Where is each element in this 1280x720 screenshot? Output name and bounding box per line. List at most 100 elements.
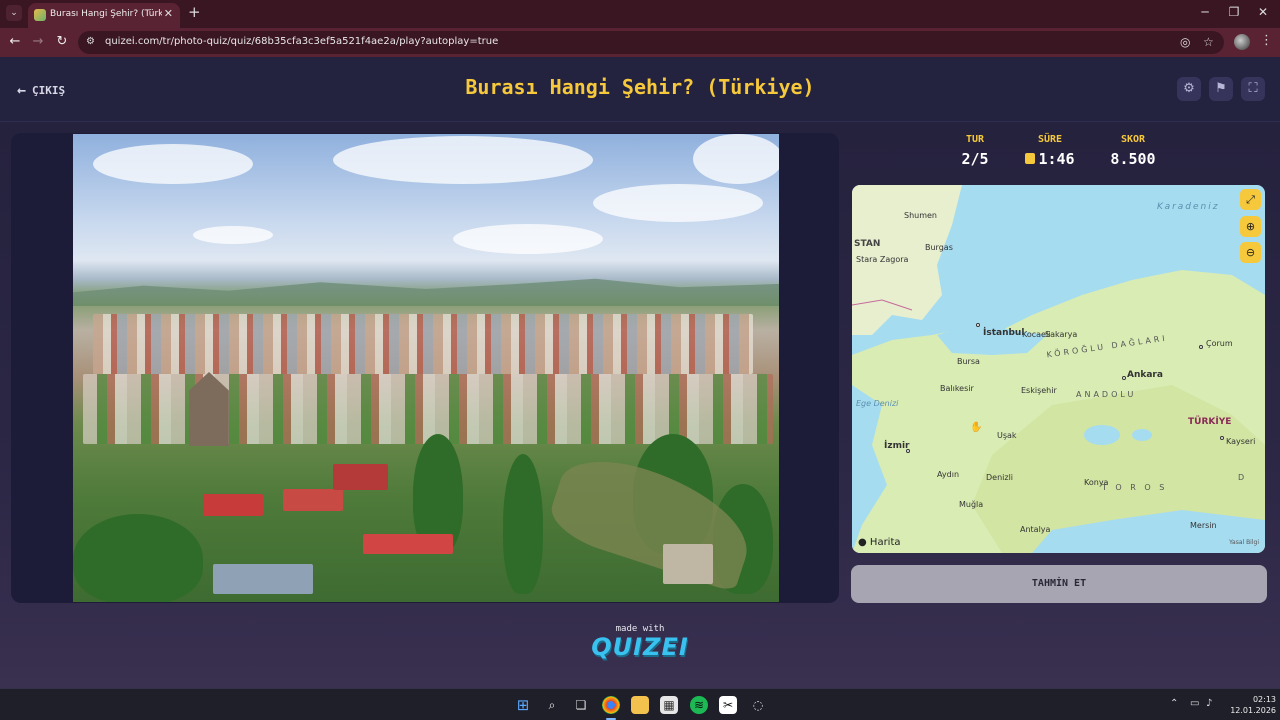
map-sea-ege: Ege Denizi bbox=[856, 399, 899, 408]
score-value: 8.500 bbox=[1110, 150, 1156, 168]
network-icon[interactable]: ▭ bbox=[1190, 698, 1199, 709]
score-label: SKOR bbox=[1120, 134, 1146, 145]
clock-time: 02:13 bbox=[1252, 695, 1276, 704]
fullscreen-icon: ⛶ bbox=[1248, 81, 1258, 96]
map-city-sakarya: Sakarya bbox=[1045, 330, 1078, 339]
tab-title: Burası Hangi Şehir? (Türkiye) - Q bbox=[50, 9, 162, 19]
map-city-ankara: Ankara bbox=[1127, 370, 1163, 380]
flag-icon: ⚑ bbox=[1215, 81, 1227, 96]
map-expand-button[interactable]: ⤢ bbox=[1240, 189, 1261, 210]
map-sea-karadeniz: Karadeniz bbox=[1157, 202, 1220, 212]
guess-button[interactable]: TAHMİN ET bbox=[851, 565, 1267, 603]
settings-button[interactable]: ⚙ bbox=[1177, 77, 1201, 101]
map-legal-link[interactable]: Yasal Bilgi bbox=[1229, 539, 1259, 546]
store-icon[interactable]: ▦ bbox=[660, 696, 678, 714]
forward-arrow-icon[interactable]: → bbox=[30, 34, 46, 49]
capcut-icon[interactable]: ✂ bbox=[719, 696, 737, 714]
expand-icon: ⤢ bbox=[1246, 193, 1255, 206]
chrome-icon[interactable] bbox=[602, 696, 620, 714]
restore-icon[interactable]: ❐ bbox=[1225, 5, 1243, 19]
map-region-toros: T O R O S bbox=[1102, 483, 1168, 492]
time-stat: SÜRE 1:46 bbox=[1018, 134, 1082, 168]
map-dot-ankara bbox=[1122, 376, 1126, 380]
report-button[interactable]: ⚑ bbox=[1209, 77, 1233, 101]
map-city-istanbul: İstanbul bbox=[983, 328, 1025, 338]
map-city-usak: Uşak bbox=[997, 431, 1017, 440]
gear-icon: ⚙ bbox=[1183, 81, 1195, 96]
browser-tab-bar: ⌄ Burası Hangi Şehir? (Türkiye) - Q ✕ + … bbox=[0, 0, 1280, 28]
browser-menu-icon[interactable]: ⋮ bbox=[1260, 33, 1273, 48]
map-zoom-out-button[interactable]: ⊖ bbox=[1240, 242, 1261, 263]
tab-search-menu-icon[interactable]: ⌄ bbox=[6, 5, 22, 21]
quiz-header: ← ÇIKIŞ Burası Hangi Şehir? (Türkiye) ⚙ ⚑… bbox=[0, 57, 1280, 122]
quiz-main: TUR 2/5 SÜRE 1:46 SKOR 8.500 Shumen Burg… bbox=[0, 122, 1280, 688]
site-info-icon[interactable]: ⚙ bbox=[86, 36, 95, 47]
map-city-antalya: Antalya bbox=[1020, 525, 1051, 534]
map-region-anadolu: ANADOLU bbox=[1076, 390, 1137, 399]
map-city-stara-zagora: Stara Zagora bbox=[856, 255, 909, 264]
url-text[interactable]: quizei.com/tr/photo-quiz/quiz/68b35cfa3c… bbox=[105, 36, 498, 47]
minimize-icon[interactable]: ─ bbox=[1196, 5, 1214, 19]
map-city-balikesir: Balıkesir bbox=[940, 384, 974, 393]
search-icon[interactable]: ⌕ bbox=[543, 696, 561, 714]
back-arrow-icon[interactable]: ← bbox=[7, 34, 23, 49]
timer-icon bbox=[1025, 153, 1036, 164]
map-country-turkiye: TÜRKİYE bbox=[1188, 417, 1232, 427]
spotify-icon[interactable]: ≋ bbox=[690, 696, 708, 714]
round-label: TUR bbox=[965, 134, 985, 145]
fullscreen-button[interactable]: ⛶ bbox=[1241, 77, 1265, 101]
quizei-logo[interactable]: QUIZEI bbox=[0, 633, 1280, 661]
browser-toolbar: ← → ↻ ⚙ quizei.com/tr/photo-quiz/quiz/68… bbox=[0, 28, 1280, 57]
task-view-icon[interactable]: ❏ bbox=[572, 696, 590, 714]
eye-off-icon[interactable]: ◎ bbox=[1180, 35, 1190, 49]
tray-chevron-icon[interactable]: ⌃ bbox=[1170, 698, 1178, 709]
map-city-burgas: Burgas bbox=[925, 243, 953, 252]
app-icon[interactable]: ◌ bbox=[749, 696, 767, 714]
map-dot-istanbul bbox=[976, 323, 980, 327]
map-city-aydin: Aydın bbox=[937, 470, 960, 479]
browser-tab[interactable]: Burası Hangi Şehir? (Türkiye) - Q ✕ bbox=[28, 3, 180, 28]
round-value: 2/5 bbox=[961, 150, 989, 168]
hand-cursor-icon: ✋ bbox=[970, 422, 983, 433]
guess-map[interactable]: Shumen Burgas Stara Zagora İstanbul Koca… bbox=[852, 185, 1265, 553]
tab-close-icon[interactable]: ✕ bbox=[164, 7, 173, 20]
reload-icon[interactable]: ↻ bbox=[54, 34, 70, 49]
zoom-out-icon: ⊖ bbox=[1245, 246, 1256, 259]
photo-panel bbox=[11, 133, 839, 603]
map-region-stan: STAN bbox=[854, 239, 881, 249]
map-city-eskisehir: Eskişehir bbox=[1021, 386, 1057, 395]
map-city-denizli: Denizli bbox=[986, 473, 1014, 482]
clock-date: 12.01.2026 bbox=[1230, 706, 1276, 715]
tab-favicon-icon bbox=[34, 9, 46, 21]
map-city-mugla: Muğla bbox=[959, 500, 984, 509]
map-city-kayseri: Kayseri bbox=[1226, 437, 1256, 446]
map-region-d: D bbox=[1238, 473, 1248, 482]
map-dot-izmir bbox=[906, 449, 910, 453]
address-bar[interactable]: ⚙ quizei.com/tr/photo-quiz/quiz/68b35cfa… bbox=[78, 31, 1224, 54]
zoom-in-icon: ⊕ bbox=[1245, 220, 1256, 233]
map-brand-label: Harita bbox=[869, 537, 901, 548]
map-city-mersin: Mersin bbox=[1190, 521, 1217, 530]
windows-taskbar: ⊞ ⌕ ❏ ▦ ≋ ✂ ◌ ⌃ ▭ ♪ 02:13 12.01.2026 bbox=[0, 688, 1280, 720]
time-value: 1:46 bbox=[1038, 150, 1075, 168]
round-stat: TUR 2/5 bbox=[953, 134, 997, 168]
taskbar-clock[interactable]: 02:13 12.01.2026 bbox=[1220, 694, 1276, 716]
profile-avatar[interactable] bbox=[1234, 34, 1250, 50]
bookmark-star-icon[interactable]: ☆ bbox=[1203, 35, 1214, 49]
map-city-corum: Çorum bbox=[1206, 339, 1233, 348]
close-window-icon[interactable]: ✕ bbox=[1254, 5, 1272, 19]
time-label: SÜRE bbox=[1037, 134, 1063, 145]
map-dot-corum bbox=[1199, 345, 1203, 349]
map-zoom-in-button[interactable]: ⊕ bbox=[1240, 216, 1261, 237]
apple-logo-icon: ● bbox=[858, 537, 867, 548]
score-stat: SKOR 8.500 bbox=[1104, 134, 1162, 168]
map-land-shapes bbox=[852, 185, 1265, 553]
new-tab-icon[interactable]: + bbox=[188, 3, 201, 21]
file-explorer-icon[interactable] bbox=[631, 696, 649, 714]
city-photo bbox=[73, 134, 779, 602]
map-city-shumen: Shumen bbox=[904, 211, 938, 220]
windows-start-icon[interactable]: ⊞ bbox=[514, 696, 532, 714]
volume-icon[interactable]: ♪ bbox=[1206, 698, 1212, 709]
map-city-bursa: Bursa bbox=[957, 357, 980, 366]
quiz-title: Burası Hangi Şehir? (Türkiye) bbox=[465, 75, 815, 99]
